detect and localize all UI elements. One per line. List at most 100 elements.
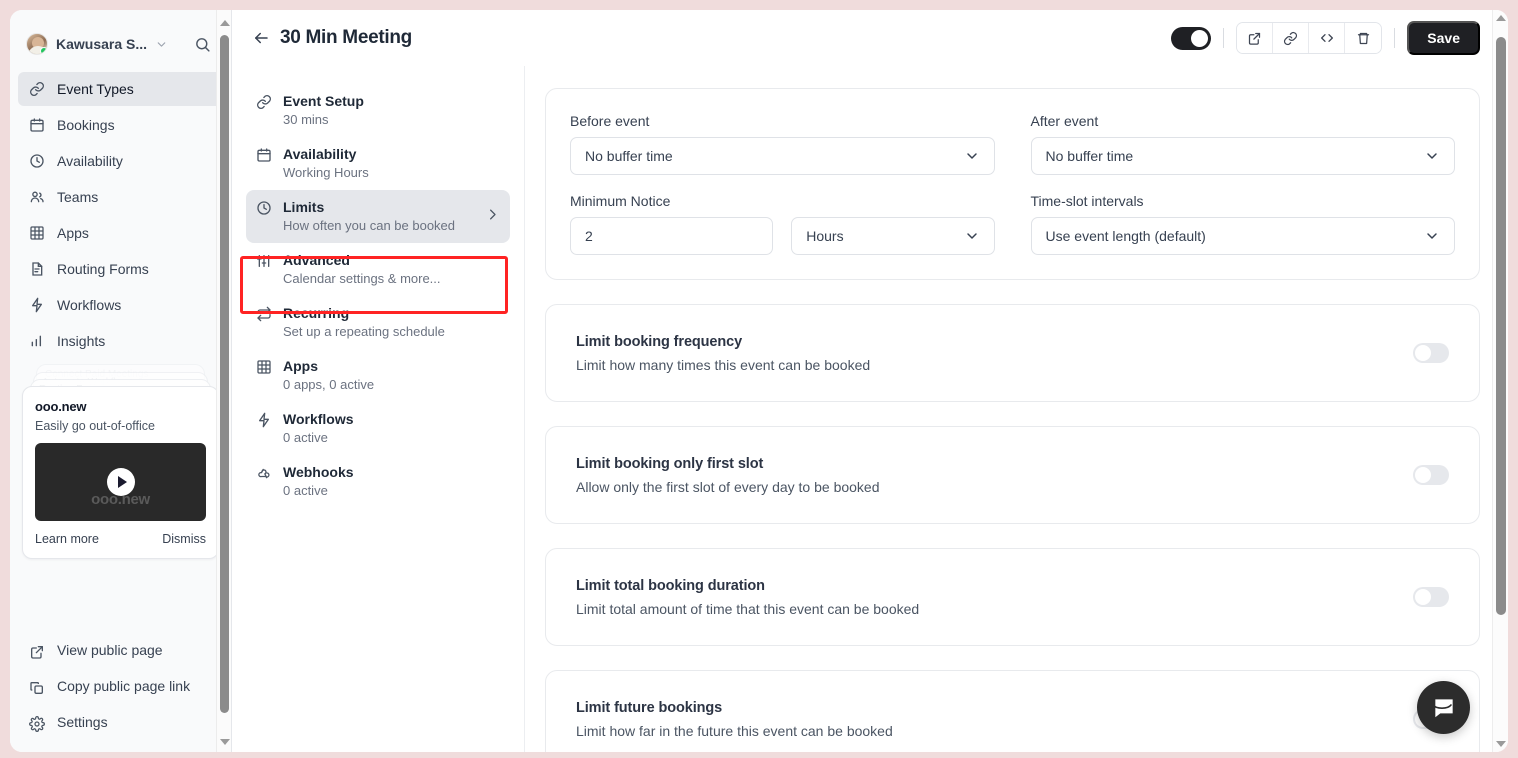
- limit-total-booking-duration-toggle[interactable]: [1413, 587, 1449, 607]
- arrow-left-icon[interactable]: [250, 27, 272, 49]
- sidebar-item-teams[interactable]: Teams: [18, 180, 223, 214]
- scroll-up-arrow-icon[interactable]: [217, 14, 231, 31]
- tab-limits[interactable]: Limits How often you can be booked: [246, 190, 510, 243]
- sidebar-item-label: Teams: [57, 189, 99, 205]
- save-button[interactable]: Save: [1407, 21, 1480, 55]
- sidebar-item-label: Event Types: [57, 81, 134, 97]
- event-settings-nav: Event Setup 30 mins Availability Working…: [232, 66, 525, 752]
- chevron-down-icon: [1424, 228, 1440, 244]
- sidebar-item-routing-forms[interactable]: Routing Forms: [18, 252, 223, 286]
- calendar-icon: [256, 147, 272, 163]
- minimum-notice-label: Minimum Notice: [570, 193, 671, 209]
- sidebar-item-copy-public-page-link[interactable]: Copy public page link: [18, 670, 223, 704]
- sidebar-item-event-types[interactable]: Event Types: [18, 72, 223, 106]
- minimum-notice-field: Minimum Notice 2 Hours: [570, 193, 995, 255]
- dismiss-link[interactable]: Dismiss: [162, 532, 206, 546]
- scroll-down-arrow-icon[interactable]: [217, 733, 231, 750]
- tab-title: Webhooks: [283, 464, 354, 480]
- tab-subtitle: Calendar settings & more...: [283, 271, 441, 286]
- minimum-notice-input[interactable]: 2: [570, 217, 774, 255]
- sidebar-item-availability[interactable]: Availability: [18, 144, 223, 178]
- limit-booking-only-first-slot-toggle[interactable]: [1413, 465, 1449, 485]
- delete-button[interactable]: [1345, 23, 1382, 53]
- before-event-label: Before event: [570, 113, 650, 129]
- buffer-settings-card: Before event No buffer time After event: [545, 88, 1480, 280]
- body: Event Setup 30 mins Availability Working…: [232, 66, 1508, 752]
- sidebar-scrollbar-thumb[interactable]: [220, 35, 229, 713]
- learn-more-link[interactable]: Learn more: [35, 532, 99, 546]
- user-menu[interactable]: Kawusara S...: [22, 26, 219, 60]
- play-icon[interactable]: [106, 468, 135, 496]
- sidebar-item-label: Copy public page link: [57, 678, 191, 694]
- time-slot-intervals-select[interactable]: Use event length (default): [1030, 217, 1455, 255]
- tab-subtitle: 0 active: [283, 483, 328, 498]
- link-icon: [256, 94, 272, 110]
- sliders-icon: [256, 253, 272, 269]
- tab-apps[interactable]: Apps 0 apps, 0 active: [246, 349, 510, 402]
- link-icon: [28, 81, 45, 98]
- after-event-select[interactable]: No buffer time: [1030, 137, 1455, 175]
- limit-total-booking-duration-card: Limit total booking duration Limit total…: [545, 548, 1480, 646]
- event-visibility-toggle[interactable]: [1171, 26, 1212, 50]
- after-event-label: After event: [1030, 113, 1099, 129]
- limit-booking-only-first-slot-card: Limit booking only first slot Allow only…: [545, 426, 1480, 524]
- promo-card: ooo.new Easily go out-of-office ooo.new …: [22, 386, 219, 559]
- sidebar-item-apps[interactable]: Apps: [18, 216, 223, 250]
- sidebar-item-settings[interactable]: Settings: [18, 706, 223, 740]
- grid-icon: [28, 225, 45, 242]
- sidebar-item-bookings[interactable]: Bookings: [18, 108, 223, 142]
- scroll-down-arrow-icon[interactable]: [1493, 741, 1508, 747]
- sidebar-item-workflows[interactable]: Workflows: [18, 288, 223, 322]
- user-name: Kawusara S...: [56, 36, 148, 52]
- tab-title: Recurring: [283, 305, 350, 321]
- sidebar-nav: Event Types Bookings Availability Teams: [10, 72, 231, 358]
- minimum-notice-unit-select[interactable]: Hours: [791, 217, 995, 255]
- document-icon: [28, 261, 45, 278]
- limit-booking-frequency-toggle[interactable]: [1413, 343, 1449, 363]
- tab-title: Apps: [283, 358, 318, 374]
- copy-link-button[interactable]: [1273, 23, 1310, 53]
- promo-video[interactable]: ooo.new: [35, 443, 206, 521]
- sidebar-item-view-public-page[interactable]: View public page: [18, 634, 223, 668]
- promo-title: ooo.new: [35, 399, 87, 414]
- app-window: Kawusara S... Event Types Bookings Avail…: [10, 10, 1508, 752]
- intercom-launcher[interactable]: [1417, 681, 1470, 734]
- sidebar-item-insights[interactable]: Insights: [18, 324, 223, 358]
- users-icon: [28, 189, 45, 206]
- main-scrollbar[interactable]: [1492, 10, 1508, 752]
- external-link-icon: [28, 643, 45, 660]
- tab-availability[interactable]: Availability Working Hours: [246, 137, 510, 190]
- tab-title: Availability: [283, 146, 357, 162]
- embed-button[interactable]: [1309, 23, 1346, 53]
- divider: [1223, 28, 1225, 48]
- grid-icon: [256, 359, 272, 375]
- bolt-icon: [256, 412, 272, 428]
- card-subtitle: Limit how many times this event can be b…: [576, 356, 871, 373]
- sidebar-header: Kawusara S...: [10, 10, 231, 60]
- card-text: Limit booking only first slot Allow only…: [576, 456, 1413, 495]
- sidebar-item-label: Insights: [57, 333, 106, 349]
- tab-event-setup[interactable]: Event Setup 30 mins: [246, 84, 510, 137]
- after-event-field: After event No buffer time: [1030, 113, 1455, 175]
- tab-subtitle: 0 active: [283, 430, 328, 445]
- calendar-icon: [28, 117, 45, 134]
- card-text: Limit future bookings Limit how far in t…: [576, 700, 1413, 739]
- sidebar-item-label: Bookings: [57, 117, 115, 133]
- chevron-down-icon: [1424, 148, 1440, 164]
- sidebar-scrollbar[interactable]: [216, 10, 231, 752]
- scroll-up-arrow-icon[interactable]: [1493, 15, 1508, 21]
- tab-subtitle: 30 mins: [283, 112, 329, 127]
- main-scrollbar-thumb[interactable]: [1496, 37, 1506, 615]
- before-event-select[interactable]: No buffer time: [570, 137, 995, 175]
- before-event-field: Before event No buffer time: [570, 113, 995, 175]
- clock-icon: [256, 200, 272, 216]
- tab-workflows[interactable]: Workflows 0 active: [246, 402, 510, 455]
- sidebar-item-label: Apps: [57, 225, 89, 241]
- tab-recurring[interactable]: Recurring Set up a repeating schedule: [246, 296, 510, 349]
- preview-button[interactable]: [1237, 23, 1274, 53]
- card-title: Limit future bookings: [576, 699, 723, 716]
- search-icon[interactable]: [194, 36, 215, 53]
- time-slot-intervals-field: Time-slot intervals Use event length (de…: [1030, 193, 1455, 255]
- tab-advanced[interactable]: Advanced Calendar settings & more...: [246, 243, 510, 296]
- tab-webhooks[interactable]: Webhooks 0 active: [246, 455, 510, 508]
